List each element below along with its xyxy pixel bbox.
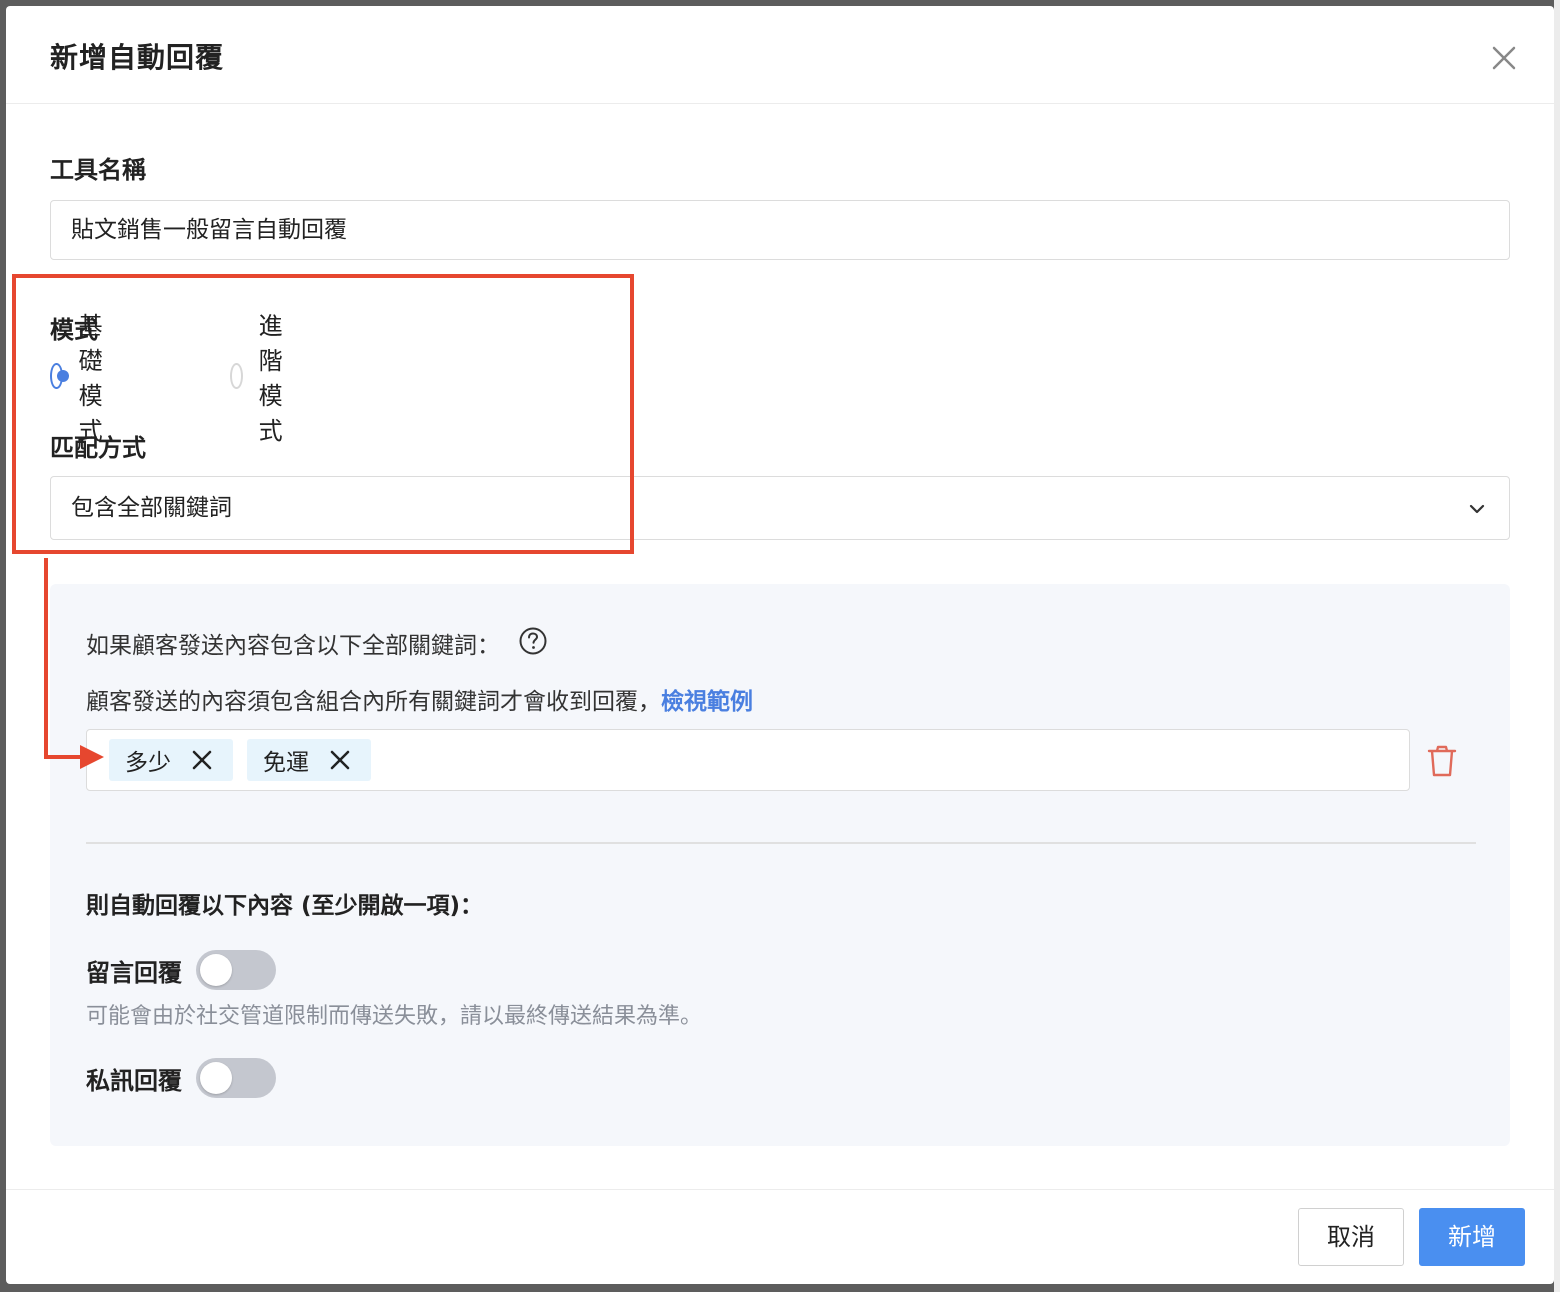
comment-reply-toggle[interactable]	[196, 950, 276, 990]
radio-advanced-mode[interactable]: 進階模式	[230, 312, 296, 445]
submit-add-button[interactable]: 新增	[1419, 1208, 1525, 1266]
tool-name-label: 工具名稱	[50, 156, 146, 184]
cancel-button[interactable]: 取消	[1298, 1208, 1404, 1266]
match-method-label: 匹配方式	[50, 434, 146, 462]
radio-checked-icon	[50, 363, 69, 389]
dialog-footer: 取消 新增	[6, 1189, 1554, 1284]
remove-tag-icon[interactable]	[191, 749, 213, 771]
radio-unchecked-icon	[230, 363, 243, 389]
dm-reply-toggle[interactable]	[196, 1058, 276, 1098]
rule-description: 顧客發送的內容須包含組合內所有關鍵詞才會收到回覆，檢視範例	[86, 682, 753, 716]
section-divider	[86, 842, 1476, 844]
keyword-rule-panel: 如果顧客發送內容包含以下全部關鍵詞： 顧客發送的內容須包含組合內所有關鍵詞才會收…	[50, 584, 1510, 1146]
keyword-tag-label: 多少	[125, 750, 171, 776]
toggle-knob	[200, 954, 232, 986]
dialog-header: 新增自動回覆	[6, 6, 1554, 104]
dm-reply-row: 私訊回覆	[86, 1058, 276, 1098]
close-icon	[1492, 46, 1516, 70]
keyword-tag-label: 免運	[263, 750, 309, 776]
keyword-tag: 免運	[247, 739, 371, 781]
remove-tag-icon[interactable]	[329, 749, 351, 771]
comment-reply-row: 留言回覆	[86, 950, 276, 990]
add-auto-reply-dialog: 新增自動回覆 工具名稱 貼文銷售一般留言自動回覆 模式 基礎模式 進階模式 匹配…	[6, 6, 1554, 1284]
match-method-value: 包含全部關鍵詞	[71, 495, 232, 521]
comment-reply-hint: 可能會由於社交管道限制而傳送失敗，請以最終傳送結果為準。	[86, 1004, 703, 1029]
page-backdrop	[1554, 0, 1560, 1292]
toggle-knob	[200, 1062, 232, 1094]
chevron-down-icon	[1469, 504, 1485, 514]
rule-condition-text: 如果顧客發送內容包含以下全部關鍵詞：	[86, 633, 500, 659]
view-example-link[interactable]: 檢視範例	[661, 689, 753, 715]
question-circle-icon[interactable]	[518, 626, 548, 656]
radio-advanced-mode-label: 進階模式	[258, 312, 283, 445]
dm-reply-label: 私訊回覆	[86, 1066, 182, 1095]
rule-description-text: 顧客發送的內容須包含組合內所有關鍵詞才會收到回覆，	[86, 689, 661, 715]
match-method-select[interactable]: 包含全部關鍵詞	[50, 476, 1510, 540]
radio-basic-mode-label: 基礎模式	[78, 312, 103, 445]
keyword-tag: 多少	[109, 739, 233, 781]
radio-basic-mode[interactable]: 基礎模式	[50, 312, 116, 445]
tool-name-input[interactable]: 貼文銷售一般留言自動回覆	[50, 200, 1510, 260]
keyword-tag-input[interactable]: 多少 免運	[86, 729, 1410, 791]
close-button[interactable]	[1486, 40, 1522, 76]
dialog-title: 新增自動回覆	[50, 41, 225, 74]
trash-icon[interactable]	[1426, 744, 1458, 778]
reply-section-heading: 則自動回覆以下內容 (至少開啟一項)：	[86, 893, 484, 919]
comment-reply-label: 留言回覆	[86, 958, 182, 987]
